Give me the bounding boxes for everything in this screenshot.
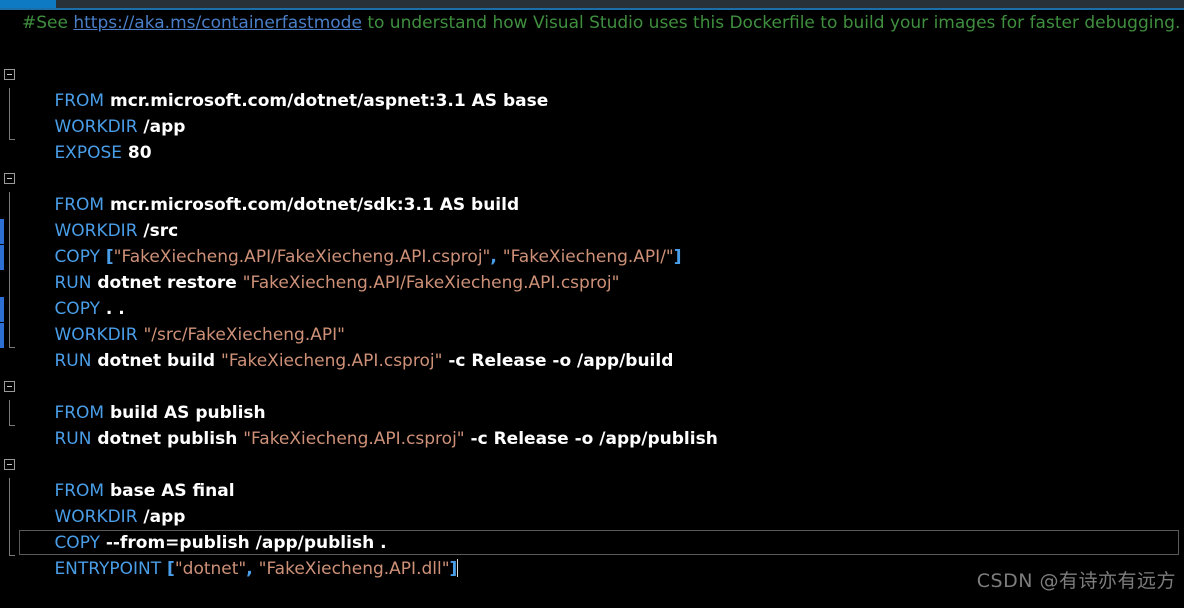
bracket-open: [ [161,559,175,579]
fold-guide-line-end [9,400,15,426]
horizontal-scrollbar-thumb[interactable] [0,0,56,8]
code-line-blank-3[interactable] [0,348,1184,374]
code-line-expose-80[interactable]: EXPOSE 80 [0,114,1184,163]
code-line-run-build[interactable]: RUN dotnet build "FakeXiecheng.API.cspro… [0,322,1184,371]
fold-guide-line [9,296,10,322]
fold-guide-line [9,218,10,244]
comma-separator: , [246,559,259,579]
current-line-highlight [19,530,1179,555]
comment-tail: to understand how Visual Studio uses thi… [361,13,1181,33]
comment-prefix: #See [22,13,74,33]
change-indicator-bar [0,219,4,244]
code-line-copy-from-publish[interactable]: COPY --from=publish /app/publish . [0,504,1184,553]
fold-guide-line [9,88,10,114]
code-line-copy-dot[interactable]: COPY . . [0,270,1184,319]
fold-guide-line-end [9,322,15,348]
fold-collapse-icon[interactable] [4,459,15,470]
fold-collapse-icon[interactable] [4,381,15,392]
code-line-run-restore[interactable]: RUN dotnet restore "FakeXiecheng.API/Fak… [0,244,1184,293]
code-line-from-build[interactable]: FROM build AS publish [0,374,1184,423]
code-line-from-aspnet[interactable]: FROM mcr.microsoft.com/dotnet/aspnet:3.1… [0,62,1184,111]
string-arg-2: "FakeXiecheng.API.dll" [258,559,450,579]
code-line-entrypoint[interactable]: ENTRYPOINT ["dotnet", "FakeXiecheng.API.… [0,530,1184,579]
horizontal-scrollbar-track[interactable] [0,0,1184,8]
fold-guide-line-end [9,114,15,140]
fold-guide-line-end [9,530,15,556]
code-line-workdir-srcapi[interactable]: WORKDIR "/src/FakeXiecheng.API" [0,296,1184,345]
fold-guide-line [9,478,10,504]
code-line-workdir-app-2[interactable]: WORKDIR /app [0,478,1184,527]
code-line-comment[interactable]: #See https://aka.ms/containerfastmode to… [0,10,1184,36]
string-arg-1: "dotnet" [174,559,247,579]
change-indicator-bar [0,245,4,270]
code-line-run-publish[interactable]: RUN dotnet publish "FakeXiecheng.API.csp… [0,400,1184,449]
code-editor: #See https://aka.ms/containerfastmode to… [0,0,1184,601]
code-line-workdir-src[interactable]: WORKDIR /src [0,192,1184,241]
keyword-entrypoint: ENTRYPOINT [54,559,162,579]
code-line-blank-2[interactable] [0,140,1184,166]
containerfastmode-link[interactable]: https://aka.ms/containerfastmode [73,13,362,33]
code-content[interactable]: #See https://aka.ms/containerfastmode to… [0,10,1184,579]
fold-collapse-icon[interactable] [4,69,15,80]
fold-guide-line [9,244,10,270]
bracket-close: ] [449,559,458,579]
text-cursor [457,559,459,577]
change-indicator-bar [0,297,4,322]
code-line-workdir-app[interactable]: WORKDIR /app [0,88,1184,137]
fold-guide-line [9,192,10,218]
csdn-watermark: CSDN @有诗亦有远方 [976,570,1176,592]
code-line-blank-4[interactable] [0,426,1184,452]
change-indicator-bar [0,323,4,348]
code-line-from-base[interactable]: FROM base AS final [0,452,1184,501]
code-line-blank-1[interactable] [0,36,1184,62]
fold-guide-line [9,270,10,296]
code-line-copy-csproj[interactable]: COPY ["FakeXiecheng.API/FakeXiecheng.API… [0,218,1184,267]
code-line-from-sdk[interactable]: FROM mcr.microsoft.com/dotnet/sdk:3.1 AS… [0,166,1184,215]
fold-collapse-icon[interactable] [4,173,15,184]
fold-guide-line [9,504,10,530]
